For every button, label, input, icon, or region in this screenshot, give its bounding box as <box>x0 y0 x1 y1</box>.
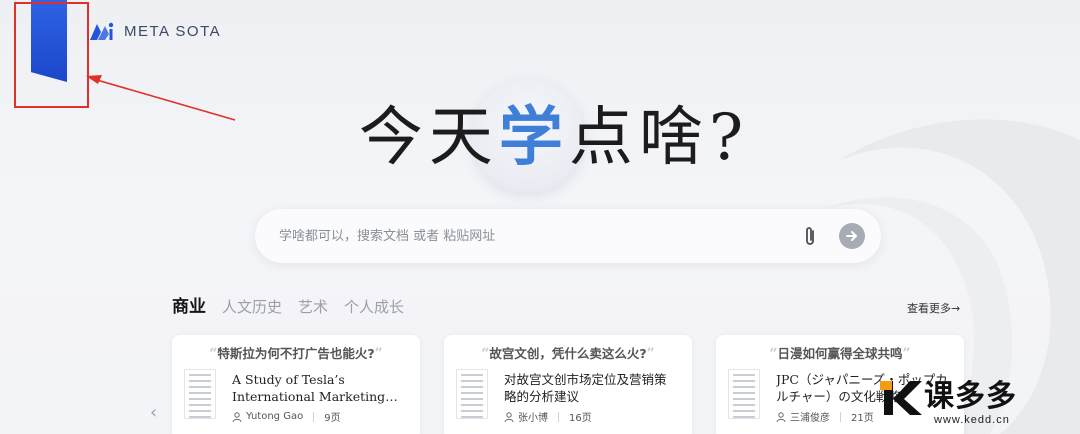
card-title: A Study of Tesla’s International Marketi… <box>232 372 386 404</box>
hero-text-after: 点啥? <box>568 101 750 175</box>
search-bar <box>255 209 881 263</box>
card-meta: 张小博 16页 <box>504 409 592 424</box>
card-question: “故宫文创，凭什么卖这么火?” <box>481 346 655 362</box>
search-input[interactable] <box>255 209 799 263</box>
card-author: Yutong Gao <box>246 411 304 422</box>
user-icon <box>504 411 514 422</box>
carousel-prev-icon[interactable]: ‹ <box>150 402 157 423</box>
card-author: 三浦俊彦 <box>790 413 830 424</box>
watermark-text: 课多多 <box>924 379 1017 414</box>
submit-button[interactable] <box>839 223 865 249</box>
view-more-link[interactable]: 查看更多→ <box>907 300 960 316</box>
user-icon <box>232 411 242 422</box>
user-icon <box>776 411 786 422</box>
document-thumbnail <box>184 369 216 419</box>
card-author: 张小博 <box>518 413 548 424</box>
tab-personal-growth[interactable]: 个人成长 <box>344 296 404 317</box>
watermark: 课多多 <box>880 375 1017 419</box>
annotation-arrow-icon <box>86 75 236 121</box>
logo-mark-icon <box>90 22 114 40</box>
card-pages: 21页 <box>851 413 874 424</box>
card-title: 对故宫文创市场定位及营销策略的分析建议 <box>504 372 667 404</box>
watermark-k-logo-icon <box>880 381 922 415</box>
brand-logo[interactable]: META SOTA <box>88 20 221 42</box>
card-question: “特斯拉为何不打广告也能火?” <box>209 346 383 362</box>
category-tabs: 商业 人文历史 艺术 个人成长 <box>172 292 404 317</box>
document-card[interactable]: “故宫文创，凭什么卖这么火?” 对故宫文创市场定位及营销策略的分析建议 张小博 … <box>444 335 692 434</box>
document-thumbnail <box>456 369 488 419</box>
hero-text-before: 今天 <box>358 101 499 175</box>
document-thumbnail <box>728 369 760 419</box>
hero-text-accent: 学 <box>498 100 569 175</box>
watermark-url: www.kedd.cn <box>934 414 1010 426</box>
card-pages: 16页 <box>569 413 592 424</box>
logo-text: META SOTA <box>124 22 222 40</box>
tab-business[interactable]: 商业 <box>172 292 206 317</box>
document-card[interactable]: “特斯拉为何不打广告也能火?” A Study of Tesla’s Inter… <box>172 335 420 434</box>
card-meta: Yutong Gao 9页 <box>232 409 341 424</box>
hero-heading: 今天学点啥? <box>334 80 774 198</box>
tab-humanities-history[interactable]: 人文历史 <box>222 296 282 317</box>
card-question: “日漫如何赢得全球共鸣” <box>769 346 911 362</box>
card-meta: 三浦俊彦 21页 <box>776 409 874 424</box>
annotation-highlight-box <box>14 2 89 108</box>
arrow-right-icon <box>846 231 857 241</box>
card-pages: 9页 <box>324 413 341 424</box>
tab-art[interactable]: 艺术 <box>298 296 328 317</box>
attach-icon[interactable] <box>799 225 821 247</box>
